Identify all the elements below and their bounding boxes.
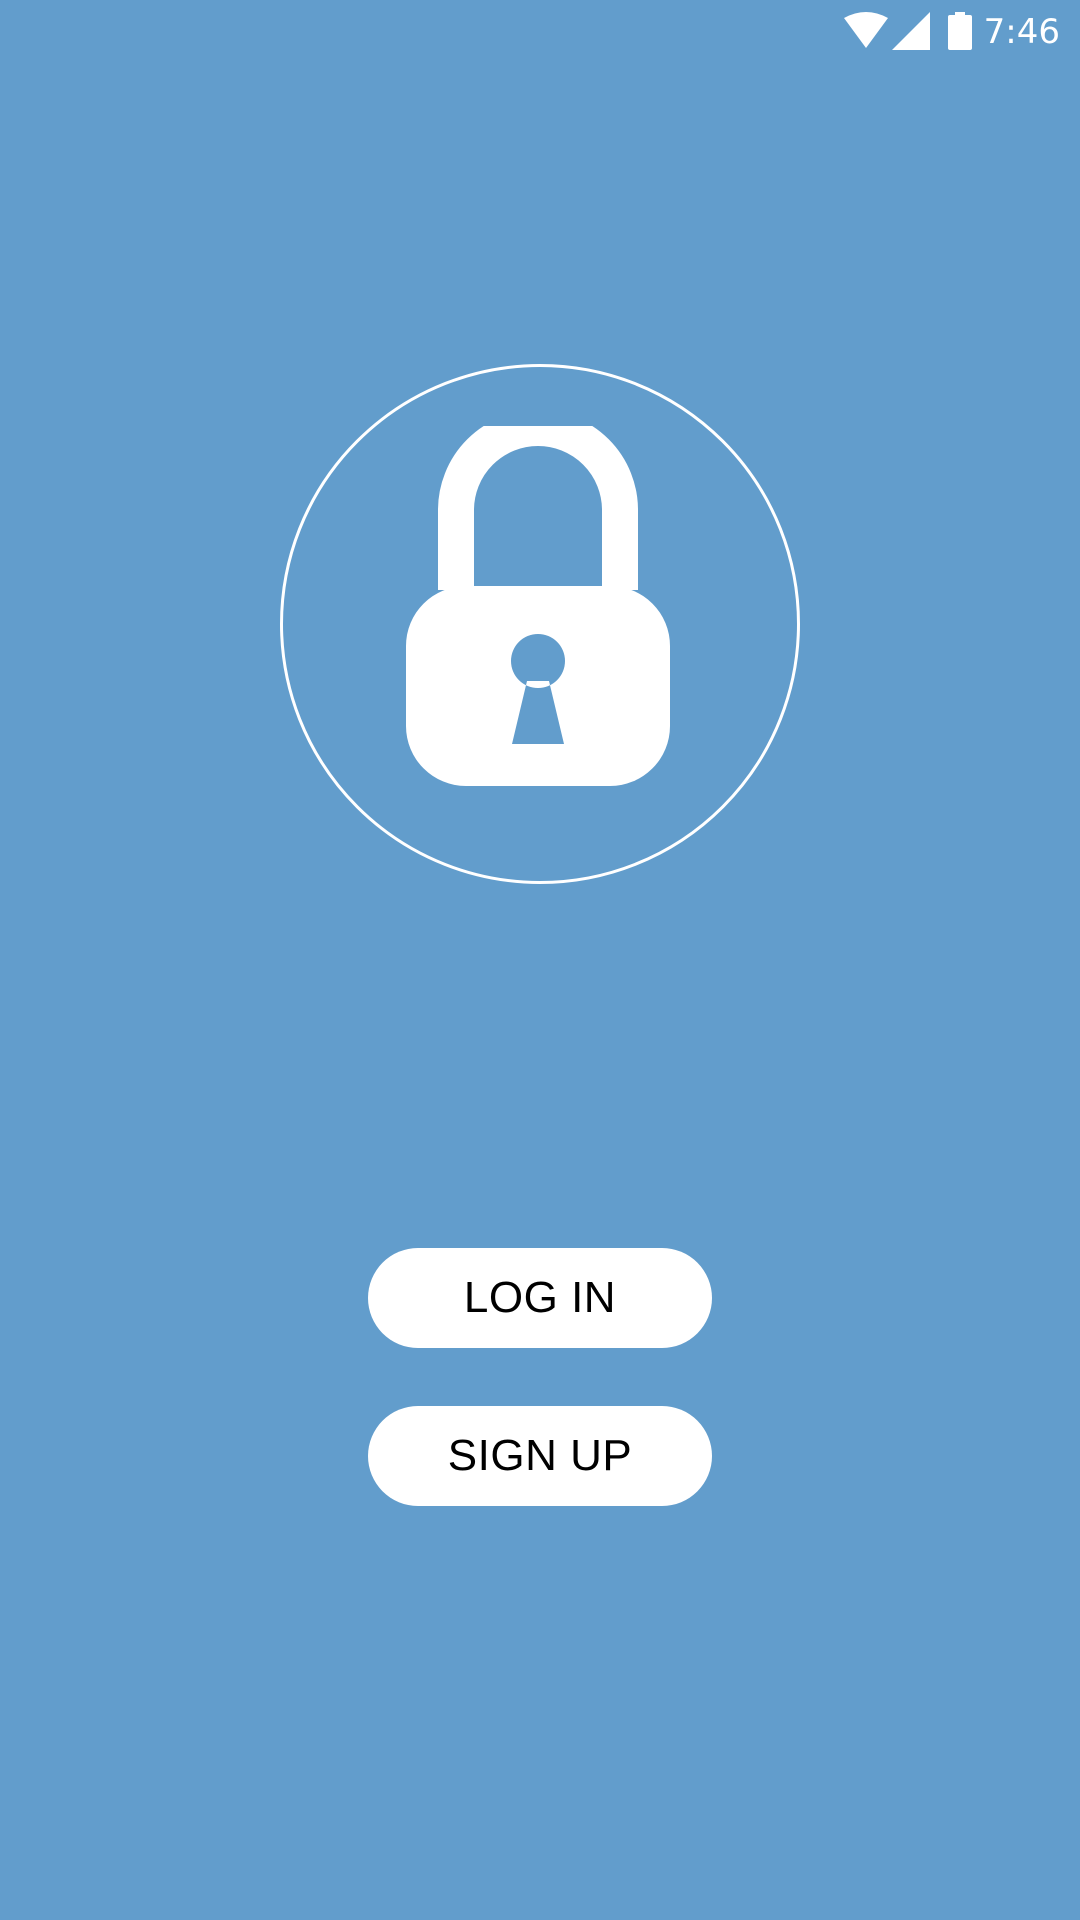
status-bar: 7:46 [0,0,1080,64]
status-time: 7:46 [983,12,1060,52]
login-button[interactable]: LOG IN [368,1248,712,1348]
signup-button[interactable]: SIGN UP [368,1406,712,1506]
padlock-icon [406,426,670,786]
cellular-signal-icon [892,12,930,50]
battery-icon [948,12,972,50]
wifi-icon [844,12,888,48]
